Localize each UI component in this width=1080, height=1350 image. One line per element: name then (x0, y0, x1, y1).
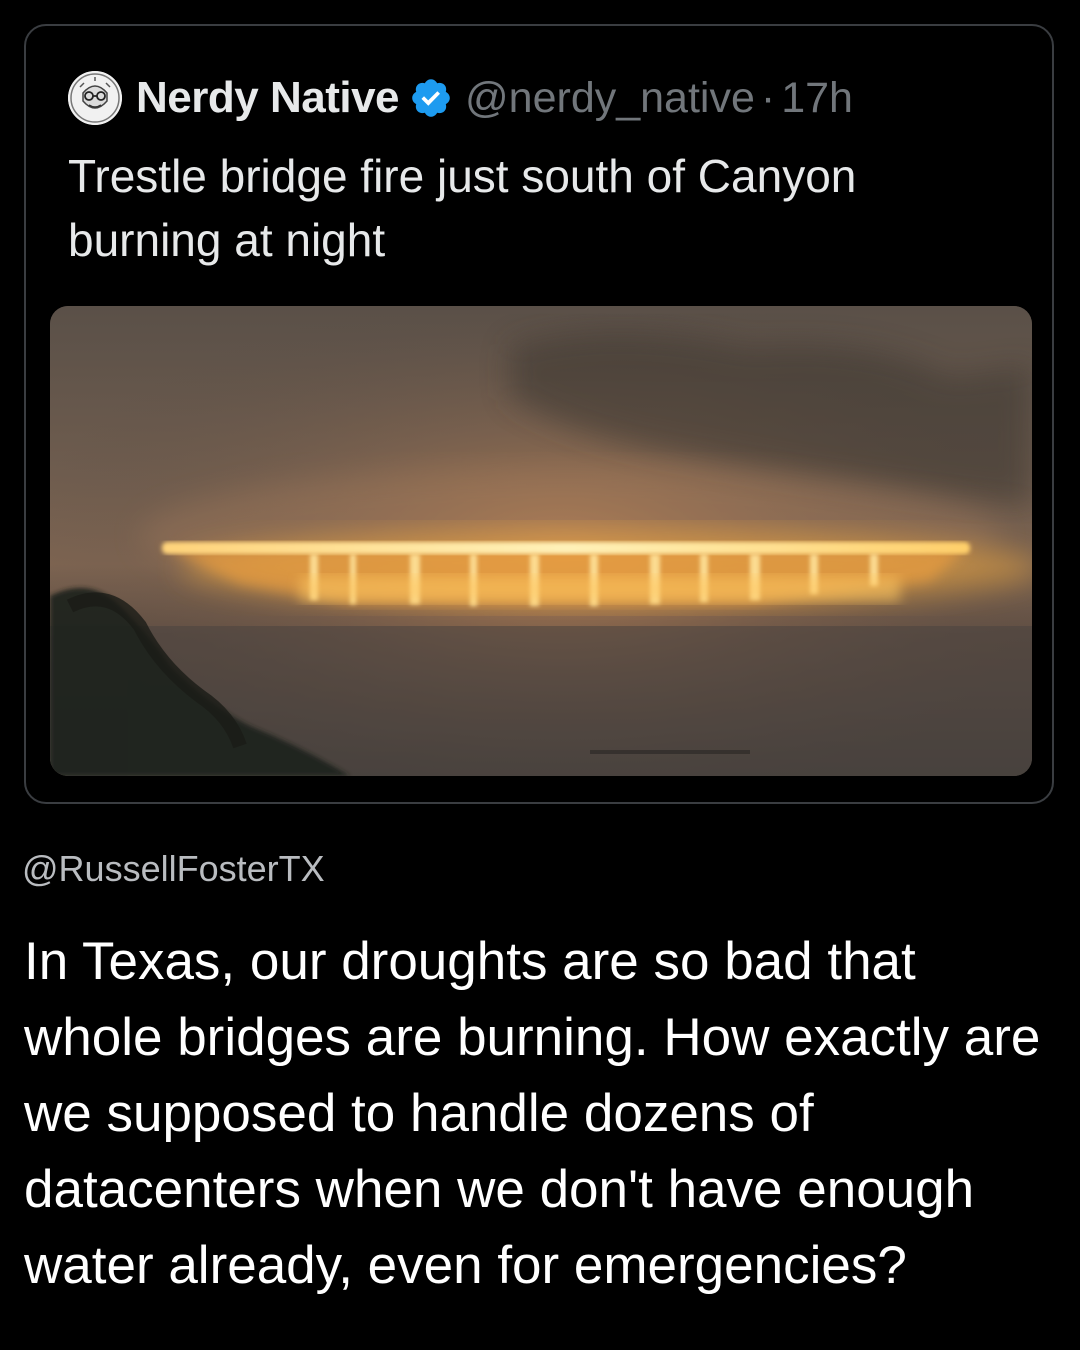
verified-badge-icon (412, 79, 450, 117)
quoted-tweet-card[interactable]: Nerdy Native @nerdy_native · 17h Trestle… (24, 24, 1054, 804)
display-name[interactable]: Nerdy Native (136, 73, 400, 123)
burning-bridge-photo (50, 306, 1032, 776)
avatar-icon[interactable] (68, 71, 122, 125)
tweet-photo[interactable] (50, 306, 1032, 776)
timestamp[interactable]: 17h (781, 74, 853, 123)
quoted-tweet-header: Nerdy Native @nerdy_native · 17h (68, 70, 853, 126)
caption-text: In Texas, our droughts are so bad that w… (24, 932, 1041, 1295)
separator-dot: · (760, 73, 776, 122)
quoted-tweet-text: Trestle bridge fire just south of Canyon… (68, 150, 857, 266)
handle[interactable]: @nerdy_native (465, 74, 755, 123)
attribution-handle[interactable]: @RussellFosterTX (22, 848, 325, 890)
